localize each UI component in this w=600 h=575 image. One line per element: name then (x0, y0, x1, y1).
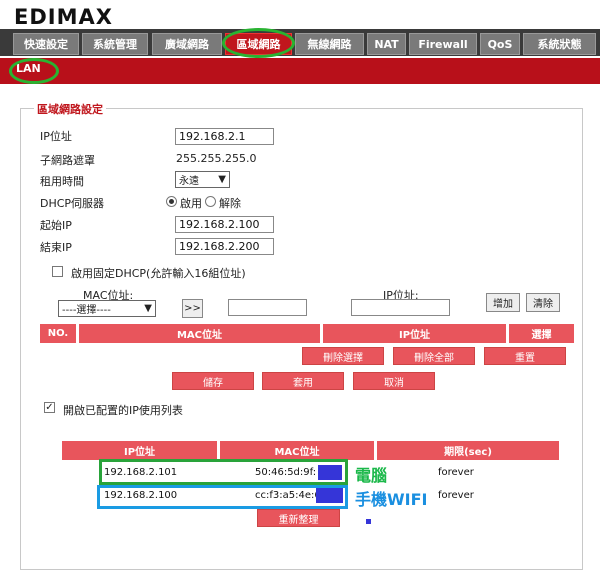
header-mac: MAC位址 (79, 324, 320, 343)
stray-mark (366, 519, 371, 524)
refresh-button[interactable]: 重新整理 (257, 509, 340, 527)
edimax-logo: EDIMAX (14, 5, 113, 29)
lease-row1-ip: 192.168.2.101 (104, 467, 178, 478)
mac-select[interactable]: ----選擇---- ▼ (58, 300, 156, 317)
start-ip-input[interactable] (175, 216, 274, 233)
tab-wan[interactable]: 廣域網路 (152, 33, 222, 55)
subtab-lan[interactable]: LAN (16, 62, 41, 75)
clear-button[interactable]: 清除 (526, 293, 560, 312)
end-ip-input[interactable] (175, 238, 274, 255)
dhcp-enable-label: 啟用 (180, 197, 202, 210)
copy-mac-button[interactable]: >> (182, 299, 203, 318)
ip-address-input[interactable] (175, 128, 274, 145)
cancel-button[interactable]: 取消 (353, 372, 435, 390)
tab-nat[interactable]: NAT (367, 33, 406, 55)
lease-row1-expiry: forever (438, 467, 474, 478)
add-button[interactable]: 增加 (486, 293, 520, 312)
show-lease-list-label: 開啟已配置的IP使用列表 (63, 404, 183, 417)
lease-row2-ip: 192.168.2.100 (104, 490, 178, 501)
row1-annotation: 電腦 (355, 466, 388, 485)
start-ip-label: 起始IP (40, 219, 72, 232)
lease-row2-expiry: forever (438, 490, 474, 501)
subnet-mask-label: 子網路遮罩 (40, 154, 95, 167)
delete-selected-button[interactable]: 刪除選擇 (302, 347, 384, 365)
subnet-mask-value: 255.255.255.0 (176, 152, 257, 165)
show-lease-list-checkbox[interactable]: ✓ (44, 402, 55, 413)
static-dhcp-checkbox[interactable] (52, 266, 63, 277)
redaction-block (316, 488, 343, 503)
static-mac-input[interactable] (228, 299, 307, 316)
end-ip-label: 結束IP (40, 241, 72, 254)
row2-annotation: 手機WIFI (355, 490, 428, 509)
chevron-down-icon: ▼ (144, 303, 152, 314)
header-select: 選擇 (509, 324, 574, 343)
dhcp-enable-radio[interactable] (166, 196, 177, 207)
lease-row1-mac: 50:46:5d:9f: (255, 467, 317, 478)
tab-wireless[interactable]: 無線網路 (295, 33, 364, 55)
lease-time-label: 租用時間 (40, 175, 84, 188)
tab-firewall[interactable]: Firewall (409, 33, 477, 55)
lease-header-expiry: 期限(sec) (377, 441, 559, 460)
mac-select-value: ----選擇---- (62, 305, 111, 316)
tab-status[interactable]: 系統狀態 (523, 33, 596, 55)
chevron-down-icon: ▼ (218, 174, 226, 185)
tab-system[interactable]: 系統管理 (82, 33, 148, 55)
tab-quick-setup[interactable]: 快速設定 (13, 33, 79, 55)
tab-lan[interactable]: 區域網路 (225, 33, 292, 55)
lease-header-ip: IP位址 (62, 441, 217, 460)
save-button[interactable]: 儲存 (172, 372, 254, 390)
reset-button[interactable]: 重置 (484, 347, 566, 365)
dhcp-disable-radio[interactable] (205, 196, 216, 207)
header-ip: IP位址 (323, 324, 506, 343)
tab-qos[interactable]: QoS (480, 33, 520, 55)
ip-address-label: IP位址 (40, 130, 72, 143)
lease-time-value: 永遠 (179, 176, 199, 187)
header-no: NO. (40, 324, 76, 343)
dhcp-server-label: DHCP伺服器 (40, 197, 105, 210)
delete-all-button[interactable]: 刪除全部 (393, 347, 475, 365)
sub-tab-bar (0, 58, 600, 84)
section-title: 區域網路設定 (34, 101, 106, 117)
lease-row2-mac: cc:f3:a5:4e:6 (255, 490, 321, 501)
static-dhcp-label: 啟用固定DHCP(允許輸入16組位址) (71, 267, 246, 280)
static-ip-input[interactable] (351, 299, 450, 316)
lease-time-select[interactable]: 永遠 ▼ (175, 171, 230, 188)
dhcp-disable-label: 解除 (219, 197, 241, 210)
lease-header-mac: MAC位址 (220, 441, 374, 460)
apply-button[interactable]: 套用 (262, 372, 344, 390)
redaction-block (318, 465, 342, 480)
